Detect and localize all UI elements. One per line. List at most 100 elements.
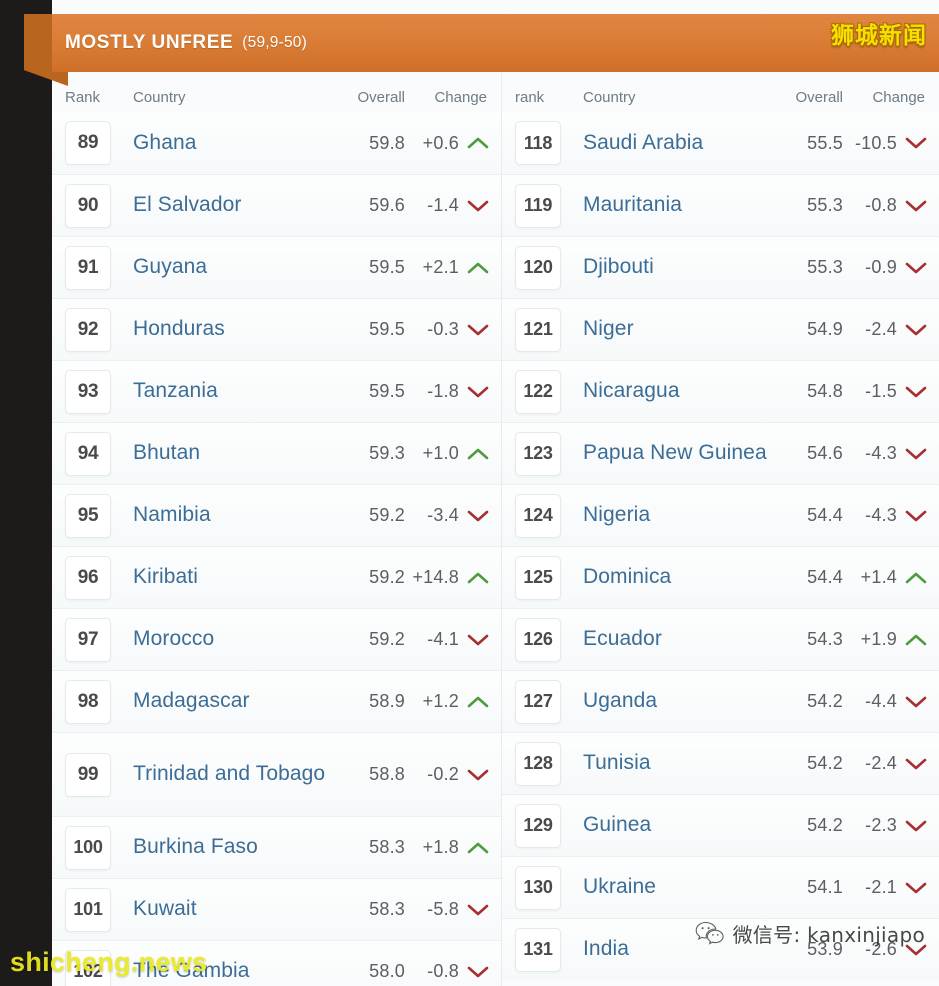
rank-badge: 119 <box>515 183 561 228</box>
table-row[interactable]: 128 Tunisia 54.2 -2.4 <box>502 732 939 794</box>
overall-score: 55.3 <box>807 257 843 277</box>
country-link[interactable]: Guinea <box>561 813 769 837</box>
rank-badge: 127 <box>515 679 561 724</box>
change-cell: -0.8 <box>405 961 493 982</box>
country-link[interactable]: Ecuador <box>561 627 769 651</box>
country-link[interactable]: El Salvador <box>111 193 331 217</box>
table-row[interactable]: 101 Kuwait 58.3 -5.8 <box>52 878 501 940</box>
overall-score: 54.2 <box>807 815 843 835</box>
change-value: -1.4 <box>427 195 459 215</box>
table-row[interactable]: 90 El Salvador 59.6 -1.4 <box>52 174 501 236</box>
table-row[interactable]: 91 Guyana 59.5 +2.1 <box>52 236 501 298</box>
country-link[interactable]: Nigeria <box>561 503 769 527</box>
country-link[interactable]: Uganda <box>561 689 769 713</box>
chevron-down-icon <box>905 262 927 273</box>
chevron-down-icon <box>467 510 489 521</box>
country-link[interactable]: Bhutan <box>111 441 331 465</box>
table-row[interactable]: 89 Ghana 59.8 +0.6 <box>52 112 501 174</box>
right-table-body: 118 Saudi Arabia 55.5 -10.5 119 Mauritania 55.… <box>502 112 939 980</box>
overall-score: 59.3 <box>369 443 405 463</box>
wechat-id-text: 微信号: kanxinjiapo <box>732 923 925 947</box>
chevron-up-icon <box>467 696 489 707</box>
watermark-sitename-cn: 狮城新闻 <box>831 23 927 49</box>
table-row[interactable]: 120 Djibouti 55.3 -0.9 <box>502 236 939 298</box>
table-row[interactable]: 121 Niger 54.9 -2.4 <box>502 298 939 360</box>
table-row[interactable]: 93 Tanzania 59.5 -1.8 <box>52 360 501 422</box>
change-value: -2.4 <box>865 753 897 773</box>
change-cell: -1.5 <box>843 381 931 402</box>
table-row[interactable]: 127 Uganda 54.2 -4.4 <box>502 670 939 732</box>
country-link[interactable]: Ghana <box>111 131 331 155</box>
overall-score: 58.9 <box>369 691 405 711</box>
header-rank: rank <box>515 89 545 106</box>
overall-score: 58.0 <box>369 961 405 981</box>
change-cell: -2.4 <box>843 319 931 340</box>
rank-badge: 95 <box>65 493 111 538</box>
overall-score: 54.3 <box>807 629 843 649</box>
country-link[interactable]: Honduras <box>111 317 331 341</box>
country-link[interactable]: Trinidad and Tobago <box>111 762 331 786</box>
rank-badge: 124 <box>515 493 561 538</box>
table-row[interactable]: 122 Nicaragua 54.8 -1.5 <box>502 360 939 422</box>
table-row[interactable]: 99 Trinidad and Tobago 58.8 -0.2 <box>52 732 501 816</box>
country-link[interactable]: Tanzania <box>111 379 331 403</box>
country-link[interactable]: Mauritania <box>561 193 769 217</box>
country-link[interactable]: Saudi Arabia <box>561 131 769 155</box>
country-link[interactable]: Nicaragua <box>561 379 769 403</box>
change-cell: +1.2 <box>405 691 493 712</box>
table-row[interactable]: 96 Kiribati 59.2 +14.8 <box>52 546 501 608</box>
overall-score: 58.3 <box>369 837 405 857</box>
overall-score: 59.5 <box>369 381 405 401</box>
table-row[interactable]: 118 Saudi Arabia 55.5 -10.5 <box>502 112 939 174</box>
left-table-header: Rank Country Overall Change <box>52 72 501 112</box>
table-row[interactable]: 95 Namibia 59.2 -3.4 <box>52 484 501 546</box>
rank-badge: 128 <box>515 741 561 786</box>
rank-badge: 122 <box>515 369 561 414</box>
table-row[interactable]: 123 Papua New Guinea 54.6 -4.3 <box>502 422 939 484</box>
change-value: -0.9 <box>865 257 897 277</box>
header-country: Country <box>133 89 186 106</box>
table-row[interactable]: 98 Madagascar 58.9 +1.2 <box>52 670 501 732</box>
change-value: -4.3 <box>865 505 897 525</box>
chevron-down-icon <box>467 386 489 397</box>
table-row[interactable]: 97 Morocco 59.2 -4.1 <box>52 608 501 670</box>
chevron-down-icon <box>905 386 927 397</box>
change-value: -4.3 <box>865 443 897 463</box>
change-cell: +1.0 <box>405 443 493 464</box>
country-link[interactable]: Madagascar <box>111 689 331 713</box>
table-row[interactable]: 130 Ukraine 54.1 -2.1 <box>502 856 939 918</box>
country-link[interactable]: Niger <box>561 317 769 341</box>
country-link[interactable]: Kiribati <box>111 565 331 589</box>
overall-score: 58.3 <box>369 899 405 919</box>
change-value: +1.2 <box>422 691 459 711</box>
change-value: -4.4 <box>865 691 897 711</box>
country-link[interactable]: Morocco <box>111 627 331 651</box>
change-cell: -4.3 <box>843 443 931 464</box>
table-row[interactable]: 94 Bhutan 59.3 +1.0 <box>52 422 501 484</box>
change-value: -0.8 <box>865 195 897 215</box>
country-link[interactable]: Tunisia <box>561 751 769 775</box>
country-link[interactable]: Guyana <box>111 255 331 279</box>
country-link[interactable]: Papua New Guinea <box>561 441 769 465</box>
rank-badge: 89 <box>65 121 111 165</box>
table-row[interactable]: 100 Burkina Faso 58.3 +1.8 <box>52 816 501 878</box>
country-link[interactable]: Namibia <box>111 503 331 527</box>
table-row[interactable]: 119 Mauritania 55.3 -0.8 <box>502 174 939 236</box>
table-row[interactable]: 92 Honduras 59.5 -0.3 <box>52 298 501 360</box>
chevron-up-icon <box>467 842 489 853</box>
table-row[interactable]: 129 Guinea 54.2 -2.3 <box>502 794 939 856</box>
table-row[interactable]: 125 Dominica 54.4 +1.4 <box>502 546 939 608</box>
country-link[interactable]: Ukraine <box>561 875 769 899</box>
rank-badge: 125 <box>515 555 561 600</box>
country-link[interactable]: Kuwait <box>111 897 331 921</box>
country-link[interactable]: Dominica <box>561 565 769 589</box>
header-overall: Overall <box>795 89 843 106</box>
overall-score: 54.8 <box>807 381 843 401</box>
overall-score: 54.4 <box>807 505 843 525</box>
category-banner: MOSTLY UNFREE (59,9-50) <box>0 14 939 86</box>
table-row[interactable]: 124 Nigeria 54.4 -4.3 <box>502 484 939 546</box>
rank-badge: 94 <box>65 431 111 476</box>
country-link[interactable]: Burkina Faso <box>111 835 331 859</box>
country-link[interactable]: Djibouti <box>561 255 769 279</box>
table-row[interactable]: 126 Ecuador 54.3 +1.9 <box>502 608 939 670</box>
